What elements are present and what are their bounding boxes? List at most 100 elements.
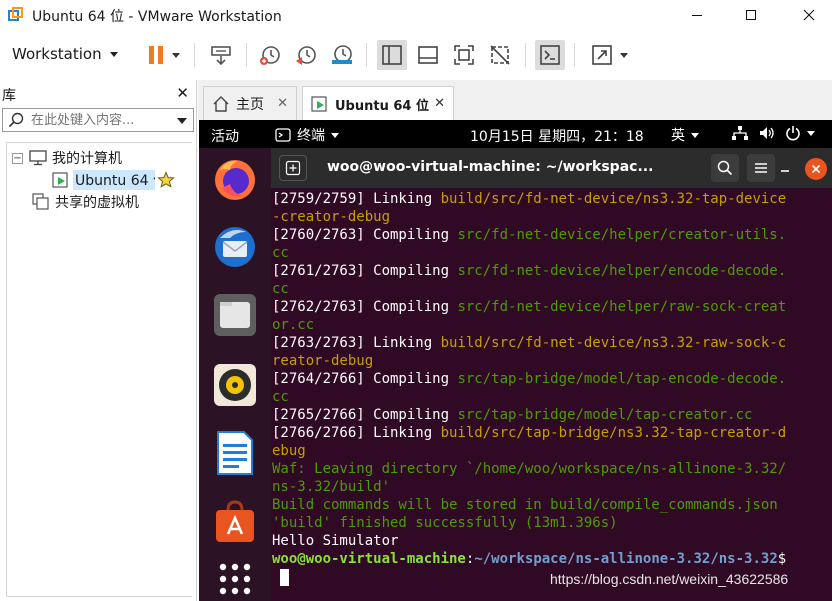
terminal-minimize-button[interactable]	[773, 154, 797, 182]
terminal-line: [2765/2766] Compiling src/tap-bridge/mod…	[272, 406, 832, 424]
snapshot-manager-button[interactable]	[326, 40, 358, 70]
collapse-icon[interactable]: −	[12, 152, 23, 164]
activities-button[interactable]: 活动	[211, 126, 239, 146]
terminal-text-segment: -creator-debug	[272, 209, 391, 225]
files-icon	[214, 294, 256, 336]
terminal-line: woo@woo-virtual-machine:~/workspace/ns-a…	[272, 550, 832, 568]
terminal-search-button[interactable]	[711, 154, 739, 182]
terminal-text-segment: ebug	[272, 443, 306, 459]
terminal-line: cc	[272, 280, 832, 298]
library-title: 库	[2, 88, 16, 104]
input-method-menu[interactable]: 英	[671, 125, 699, 145]
tree-item-shared-vms[interactable]: 共享的虚拟机	[32, 191, 139, 213]
tab-close-icon[interactable]: ✕	[277, 96, 288, 111]
clock[interactable]: 10月15日 星期四，21：18	[470, 126, 644, 146]
favorite-star-icon[interactable]	[157, 171, 175, 189]
terminal-text-segment: [2766/2766] Linking	[272, 425, 441, 441]
terminal-header-bar[interactable]: woo@woo-virtual-machine: ~/workspac...	[271, 148, 832, 188]
terminal-line: [2761/2763] Compiling src/fd-net-device/…	[272, 262, 832, 280]
tree-item-ubuntu-vm[interactable]: Ubuntu 64 位	[52, 169, 175, 191]
library-search-input[interactable]	[31, 111, 167, 129]
terminal-text-segment: [2763/2763] Linking	[272, 335, 441, 351]
console-view-button[interactable]	[535, 40, 565, 70]
system-tray[interactable]	[731, 125, 815, 141]
terminal-text-segment: src/tap-bridge/model/tap-creator.cc	[457, 407, 753, 423]
stretch-guest-button[interactable]	[586, 40, 632, 70]
terminal-close-button[interactable]	[805, 158, 827, 180]
terminal-text-segment: src/fd-net-device/helper/encode-decode.	[457, 263, 787, 279]
terminal-menu-button[interactable]	[747, 154, 775, 182]
dock-show-applications[interactable]	[212, 556, 258, 601]
terminal-cursor	[280, 568, 289, 586]
terminal-text-segment: Build commands will be stored in build/c…	[272, 497, 778, 513]
revert-snapshot-button[interactable]	[290, 40, 322, 70]
tree-item-my-computer[interactable]: − 我的计算机	[12, 147, 122, 169]
terminal-text-segment: Waf: Leaving directory `/home/woo/worksp…	[272, 461, 787, 477]
show-library-button[interactable]	[377, 40, 407, 70]
fullscreen-icon	[454, 45, 474, 65]
maximize-button[interactable]	[728, 0, 774, 30]
terminal-text-segment: [2761/2763] Compiling	[272, 263, 458, 279]
ubuntu-dock	[199, 148, 271, 601]
console-view-icon	[418, 46, 438, 64]
tab-home[interactable]: 主页 ✕	[203, 86, 297, 120]
terminal-text-segment: woo@woo-virtual-machine	[272, 551, 466, 567]
close-icon	[811, 164, 821, 174]
library-view-icon	[382, 45, 402, 65]
gnome-top-bar: 活动 终端 10月15日 星期四，21：18 英	[199, 120, 832, 148]
dock-firefox[interactable]	[212, 156, 258, 202]
dock-thunderbird[interactable]	[212, 224, 258, 270]
app-menu-label: 终端	[297, 128, 325, 144]
terminal-line: Hello Simulator	[272, 532, 832, 550]
vm-running-icon	[52, 172, 68, 188]
terminal-output[interactable]: [2759/2759] Linking build/src/fd-net-dev…	[271, 190, 832, 601]
chevron-down-icon[interactable]	[177, 118, 187, 124]
thumbnail-bar-button[interactable]	[413, 40, 443, 70]
title-bar[interactable]: Ubuntu 64 位 - VMware Workstation	[0, 0, 832, 30]
minimize-icon	[692, 15, 702, 16]
dock-software[interactable]	[212, 498, 258, 544]
terminal-text-segment: [2760/2763] Compiling	[272, 227, 458, 243]
terminal-text-segment: build/src/fd-net-device/ns3.32-tap-devic…	[440, 191, 787, 207]
tab-ubuntu[interactable]: Ubuntu 64 位 ✕	[302, 86, 454, 121]
library-close-icon[interactable]: ✕	[176, 85, 189, 101]
power-icon	[785, 125, 801, 141]
pause-icon	[149, 46, 163, 64]
terminal-text-segment: Hello Simulator	[272, 533, 399, 549]
app-menu[interactable]: 终端	[275, 125, 339, 145]
close-button[interactable]	[786, 0, 832, 30]
window-title: Ubuntu 64 位 - VMware Workstation	[32, 9, 282, 25]
terminal-text-segment: reator-debug	[272, 353, 374, 369]
unity-button[interactable]	[485, 40, 515, 70]
workstation-menu[interactable]: Workstation	[6, 40, 124, 68]
main-toolbar: Workstation	[0, 30, 832, 78]
show-apps-icon	[219, 563, 251, 595]
chevron-down-icon	[331, 132, 339, 138]
dock-files[interactable]	[212, 292, 258, 338]
terminal-line: cc	[272, 388, 832, 406]
fullscreen-button[interactable]	[449, 40, 479, 70]
library-header: 库 ✕	[0, 80, 197, 106]
tab-close-icon[interactable]: ✕	[434, 96, 445, 111]
send-ctrl-alt-del-button[interactable]	[205, 40, 237, 70]
minimize-button[interactable]	[674, 0, 720, 30]
new-tab-button[interactable]	[279, 155, 307, 181]
toolbar-divider	[574, 43, 575, 67]
terminal-line: [2760/2763] Compiling src/fd-net-device/…	[272, 226, 832, 244]
dock-rhythmbox[interactable]	[212, 362, 258, 408]
tree-item-label: 我的计算机	[52, 151, 122, 167]
firefox-icon	[215, 160, 255, 200]
pause-button[interactable]	[140, 40, 186, 70]
take-snapshot-button[interactable]	[254, 40, 286, 70]
toolbar-divider	[366, 43, 367, 67]
terminal-text-segment: [2765/2766] Compiling	[272, 407, 458, 423]
hamburger-menu-icon	[755, 163, 767, 173]
terminal-line: reator-debug	[272, 352, 832, 370]
terminal-window[interactable]: woo@woo-virtual-machine: ~/workspac... […	[271, 148, 832, 601]
dock-libreoffice-writer[interactable]	[212, 430, 258, 476]
terminal-text-segment: cc	[272, 245, 289, 261]
vm-display[interactable]: 活动 终端 10月15日 星期四，21：18 英 woo@woo-virtual…	[199, 120, 832, 601]
library-search[interactable]	[2, 108, 194, 132]
terminal-line: Build commands will be stored in build/c…	[272, 496, 832, 514]
terminal-text-segment: build/src/fd-net-device/ns3.32-raw-sock-…	[440, 335, 787, 351]
